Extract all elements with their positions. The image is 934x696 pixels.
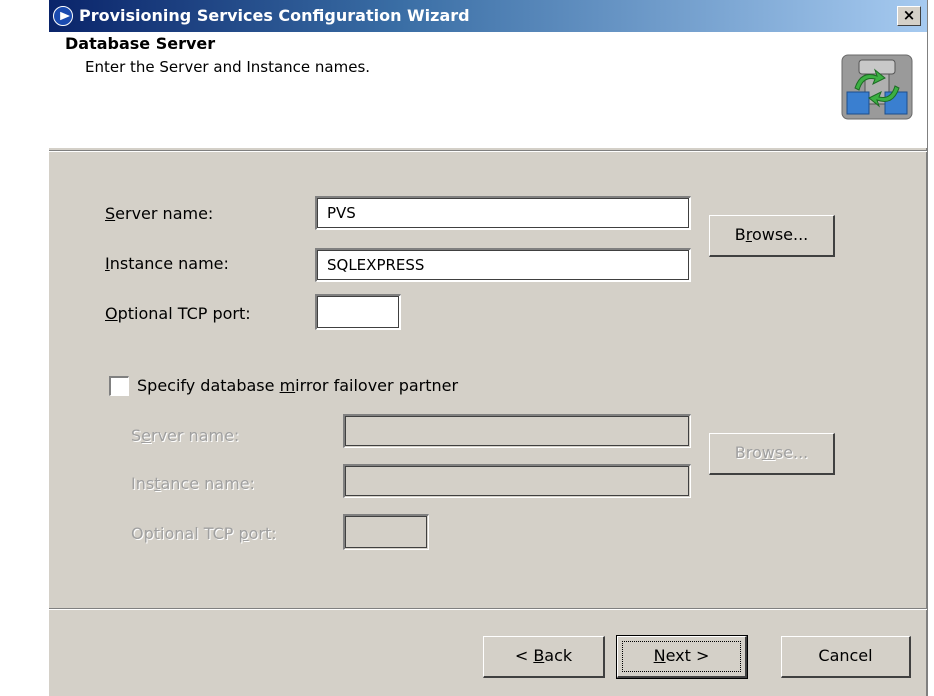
wizard-header: Database Server Enter the Server and Ins…: [49, 32, 927, 148]
mirror-browse-button[interactable]: Browse...: [709, 433, 835, 475]
mirror-failover-checkbox[interactable]: [109, 376, 129, 396]
page-title: Database Server: [65, 34, 216, 53]
instance-name-label: Instance name:: [105, 254, 229, 273]
mirror-server-name-input[interactable]: [343, 414, 691, 448]
server-name-label: Server name:: [105, 204, 214, 223]
mirror-server-name-label: Server name:: [131, 426, 240, 445]
footer-separator: [49, 608, 927, 610]
next-button[interactable]: Next >: [616, 635, 748, 679]
mirror-tcp-port-input[interactable]: [343, 514, 429, 550]
focus-rect: [622, 641, 741, 672]
back-button[interactable]: < Back: [483, 636, 605, 678]
server-sync-icon: [841, 54, 913, 120]
tcp-port-input[interactable]: [315, 294, 401, 330]
app-icon: [53, 6, 73, 26]
server-name-input[interactable]: PVS: [315, 196, 691, 230]
close-button[interactable]: ×: [897, 6, 921, 26]
mirror-instance-name-label: Instance name:: [131, 474, 255, 493]
cancel-button[interactable]: Cancel: [781, 636, 911, 678]
wizard-window: Provisioning Services Configuration Wiza…: [48, 0, 928, 696]
mirror-instance-name-input[interactable]: [343, 464, 691, 498]
title-bar[interactable]: Provisioning Services Configuration Wiza…: [49, 0, 927, 32]
mirror-tcp-port-label: Optional TCP port:: [131, 524, 277, 543]
instance-name-input[interactable]: SQLEXPRESS: [315, 248, 691, 282]
page-subtitle: Enter the Server and Instance names.: [85, 58, 371, 76]
window-title: Provisioning Services Configuration Wiza…: [79, 6, 470, 25]
mirror-failover-label[interactable]: Specify database mirror failover partner: [137, 376, 458, 395]
tcp-port-label: Optional TCP port:: [105, 304, 251, 323]
browse-button[interactable]: Browse...: [709, 215, 835, 257]
header-separator: [49, 150, 927, 152]
